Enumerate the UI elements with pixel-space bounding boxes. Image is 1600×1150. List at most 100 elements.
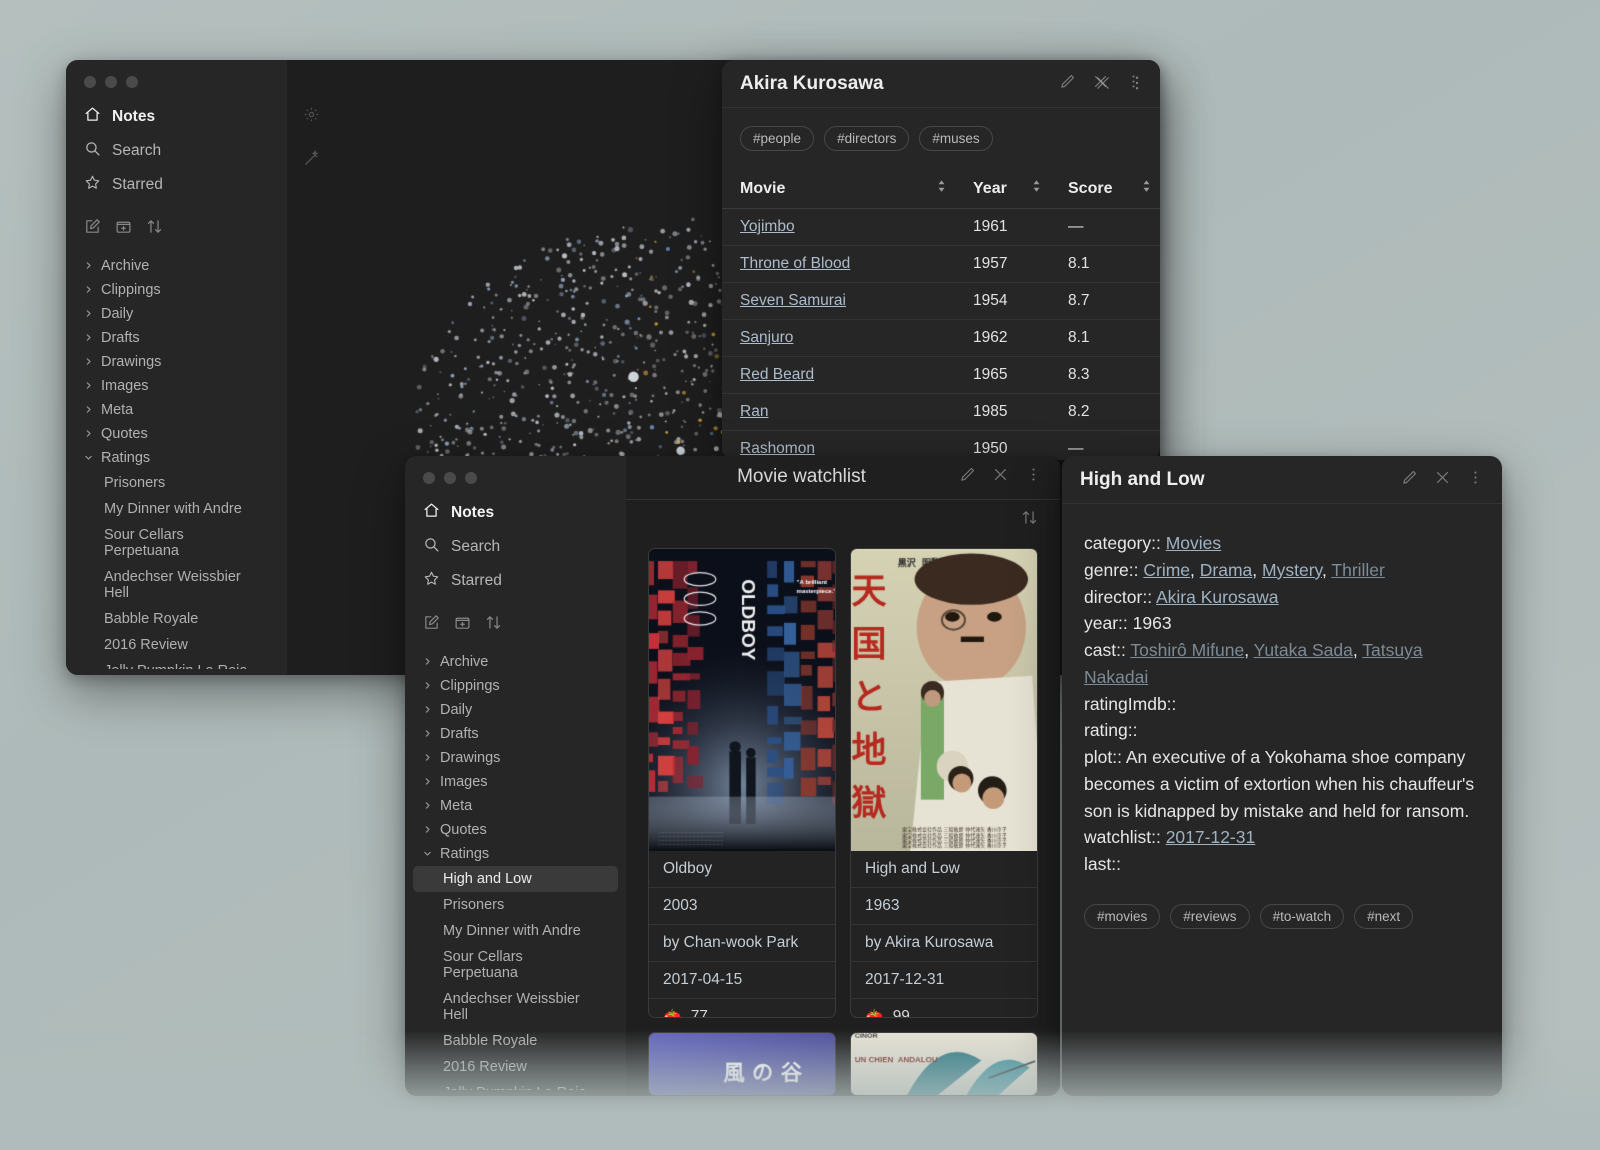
note-item-prisoners[interactable]: Prisoners xyxy=(413,892,618,918)
tag-people[interactable]: #people xyxy=(740,126,814,151)
more-vertical-icon[interactable] xyxy=(1128,74,1146,97)
tag-directors[interactable]: #directors xyxy=(824,126,909,151)
sidebar-item-starred[interactable]: Starred xyxy=(66,168,287,202)
sidebar-item-search[interactable]: Search xyxy=(66,134,287,168)
movie-link[interactable]: Seven Samurai xyxy=(740,292,846,309)
table-row[interactable]: Seven Samurai19548.7 xyxy=(722,283,1160,320)
close-window-button[interactable] xyxy=(423,472,435,484)
folder-item-meta[interactable]: Meta xyxy=(66,398,287,422)
sort-arrows-icon[interactable] xyxy=(936,179,947,198)
note-item-high-and-low[interactable]: High and Low xyxy=(413,866,618,892)
sidebar-item-search[interactable]: Search xyxy=(405,530,626,564)
folder-item-drafts[interactable]: Drafts xyxy=(66,326,287,350)
column-header-movie[interactable]: Movie xyxy=(722,169,955,209)
sidebar-item-notes[interactable]: Notes xyxy=(405,496,626,530)
more-vertical-icon[interactable] xyxy=(1467,469,1484,491)
note-item-2016-review[interactable]: 2016 Review xyxy=(74,632,279,658)
table-row[interactable]: Throne of Blood19578.1 xyxy=(722,246,1160,283)
note-item-babble-royale[interactable]: Babble Royale xyxy=(74,606,279,632)
folder-item-ratings[interactable]: Ratings xyxy=(66,446,287,470)
folder-item-daily[interactable]: Daily xyxy=(66,302,287,326)
metadata-link[interactable]: Thriller xyxy=(1331,560,1384,580)
note-panel-akira-kurosawa[interactable]: Akira Kurosawa #people#directors#muses M… xyxy=(722,60,1160,460)
folder-item-archive[interactable]: Archive xyxy=(405,650,626,674)
movie-card-oldboy[interactable]: Oldboy2003by Chan-wook Park2017-04-15🍅77… xyxy=(648,548,836,1018)
folder-item-drawings[interactable]: Drawings xyxy=(405,746,626,770)
sort-icon[interactable] xyxy=(1021,509,1038,531)
note-item-babble-royale[interactable]: Babble Royale xyxy=(413,1028,618,1054)
metadata-link[interactable]: Mystery xyxy=(1262,560,1322,580)
note-item-jolly-pumpkin-la-roja[interactable]: Jolly Pumpkin La Roja xyxy=(74,658,279,669)
column-header-year[interactable]: Year xyxy=(955,169,1050,209)
tag-movies[interactable]: #movies xyxy=(1084,904,1160,929)
note-item-my-dinner-with-andre[interactable]: My Dinner with Andre xyxy=(74,496,279,522)
table-row[interactable]: Ran19858.2 xyxy=(722,394,1160,431)
magic-wand-icon[interactable] xyxy=(303,150,320,172)
note-item-andechser-weissbier-hell[interactable]: Andechser Weissbier Hell xyxy=(413,986,618,1028)
movie-link[interactable]: Ran xyxy=(740,403,768,420)
folder-item-clippings[interactable]: Clippings xyxy=(66,278,287,302)
folder-item-drawings[interactable]: Drawings xyxy=(66,350,287,374)
tag-muses[interactable]: #muses xyxy=(919,126,992,151)
sidebar-item-notes[interactable]: Notes xyxy=(66,100,287,134)
window-controls-front[interactable] xyxy=(405,456,626,484)
new-note-icon[interactable] xyxy=(84,218,101,240)
folder-item-ratings[interactable]: Ratings xyxy=(405,842,626,866)
folder-item-daily[interactable]: Daily xyxy=(405,698,626,722)
folder-item-images[interactable]: Images xyxy=(66,374,287,398)
new-folder-icon[interactable] xyxy=(454,614,471,636)
edit-icon[interactable] xyxy=(1059,73,1076,95)
sort-icon[interactable] xyxy=(485,614,502,636)
metadata-link[interactable]: Toshirô Mifune xyxy=(1130,640,1244,660)
note-item-prisoners[interactable]: Prisoners xyxy=(74,470,279,496)
note-item-sour-cellars-perpetuana[interactable]: Sour Cellars Perpetuana xyxy=(413,944,618,986)
folder-item-images[interactable]: Images xyxy=(405,770,626,794)
close-icon[interactable] xyxy=(992,466,1009,488)
table-row[interactable]: Yojimbo1961— xyxy=(722,209,1160,246)
sort-icon[interactable] xyxy=(146,218,163,240)
metadata-link[interactable]: Drama xyxy=(1200,560,1253,580)
window-controls-back[interactable] xyxy=(66,60,287,88)
movie-link[interactable]: Yojimbo xyxy=(740,218,795,235)
movie-card-item-3[interactable] xyxy=(850,1032,1038,1096)
metadata-link[interactable]: Movies xyxy=(1166,533,1221,553)
folder-item-quotes[interactable]: Quotes xyxy=(405,818,626,842)
notes-window-front[interactable]: Notes Search Starred xyxy=(405,456,1060,1096)
maximize-window-button[interactable] xyxy=(465,472,477,484)
tag-to-watch[interactable]: #to-watch xyxy=(1260,904,1345,929)
metadata-link[interactable]: Yutaka Sada xyxy=(1254,640,1353,660)
close-icon[interactable] xyxy=(1434,469,1451,491)
sort-arrows-icon[interactable] xyxy=(1031,179,1042,198)
folder-item-meta[interactable]: Meta xyxy=(405,794,626,818)
metadata-link[interactable]: Crime xyxy=(1143,560,1190,580)
movie-link[interactable]: Sanjuro xyxy=(740,329,793,346)
movie-card-high-and-low[interactable]: High and Low1963by Akira Kurosawa2017-12… xyxy=(850,548,1038,1018)
movie-card-item-2[interactable] xyxy=(648,1032,836,1096)
sort-arrows-icon[interactable] xyxy=(1141,179,1152,198)
note-item-sour-cellars-perpetuana[interactable]: Sour Cellars Perpetuana xyxy=(74,522,279,564)
close-icon[interactable] xyxy=(1094,74,1112,97)
table-row[interactable]: Red Beard19658.3 xyxy=(722,357,1160,394)
folder-item-archive[interactable]: Archive xyxy=(66,254,287,278)
new-note-icon[interactable] xyxy=(423,614,440,636)
note-item-my-dinner-with-andre[interactable]: My Dinner with Andre xyxy=(413,918,618,944)
edit-icon[interactable] xyxy=(1401,469,1418,491)
minimize-window-button[interactable] xyxy=(444,472,456,484)
metadata-link[interactable]: Akira Kurosawa xyxy=(1156,587,1279,607)
movie-link[interactable]: Throne of Blood xyxy=(740,255,850,272)
folder-item-quotes[interactable]: Quotes xyxy=(66,422,287,446)
folder-item-clippings[interactable]: Clippings xyxy=(405,674,626,698)
table-row[interactable]: Sanjuro19628.1 xyxy=(722,320,1160,357)
new-folder-icon[interactable] xyxy=(115,218,132,240)
tag-next[interactable]: #next xyxy=(1354,904,1413,929)
note-item-jolly-pumpkin-la-roja[interactable]: Jolly Pumpkin La Roja xyxy=(413,1080,618,1090)
movie-link[interactable]: Red Beard xyxy=(740,366,814,383)
note-item-2016-review[interactable]: 2016 Review xyxy=(413,1054,618,1080)
tag-reviews[interactable]: #reviews xyxy=(1170,904,1249,929)
note-panel-high-and-low[interactable]: High and Low category:: Moviesgenre:: Cr… xyxy=(1062,456,1502,1096)
note-item-andechser-weissbier-hell[interactable]: Andechser Weissbier Hell xyxy=(74,564,279,606)
metadata-link[interactable]: 2017-12-31 xyxy=(1166,827,1256,847)
column-header-score[interactable]: Score xyxy=(1050,169,1160,209)
more-vertical-icon[interactable] xyxy=(1025,466,1042,488)
settings-icon[interactable] xyxy=(303,106,320,128)
